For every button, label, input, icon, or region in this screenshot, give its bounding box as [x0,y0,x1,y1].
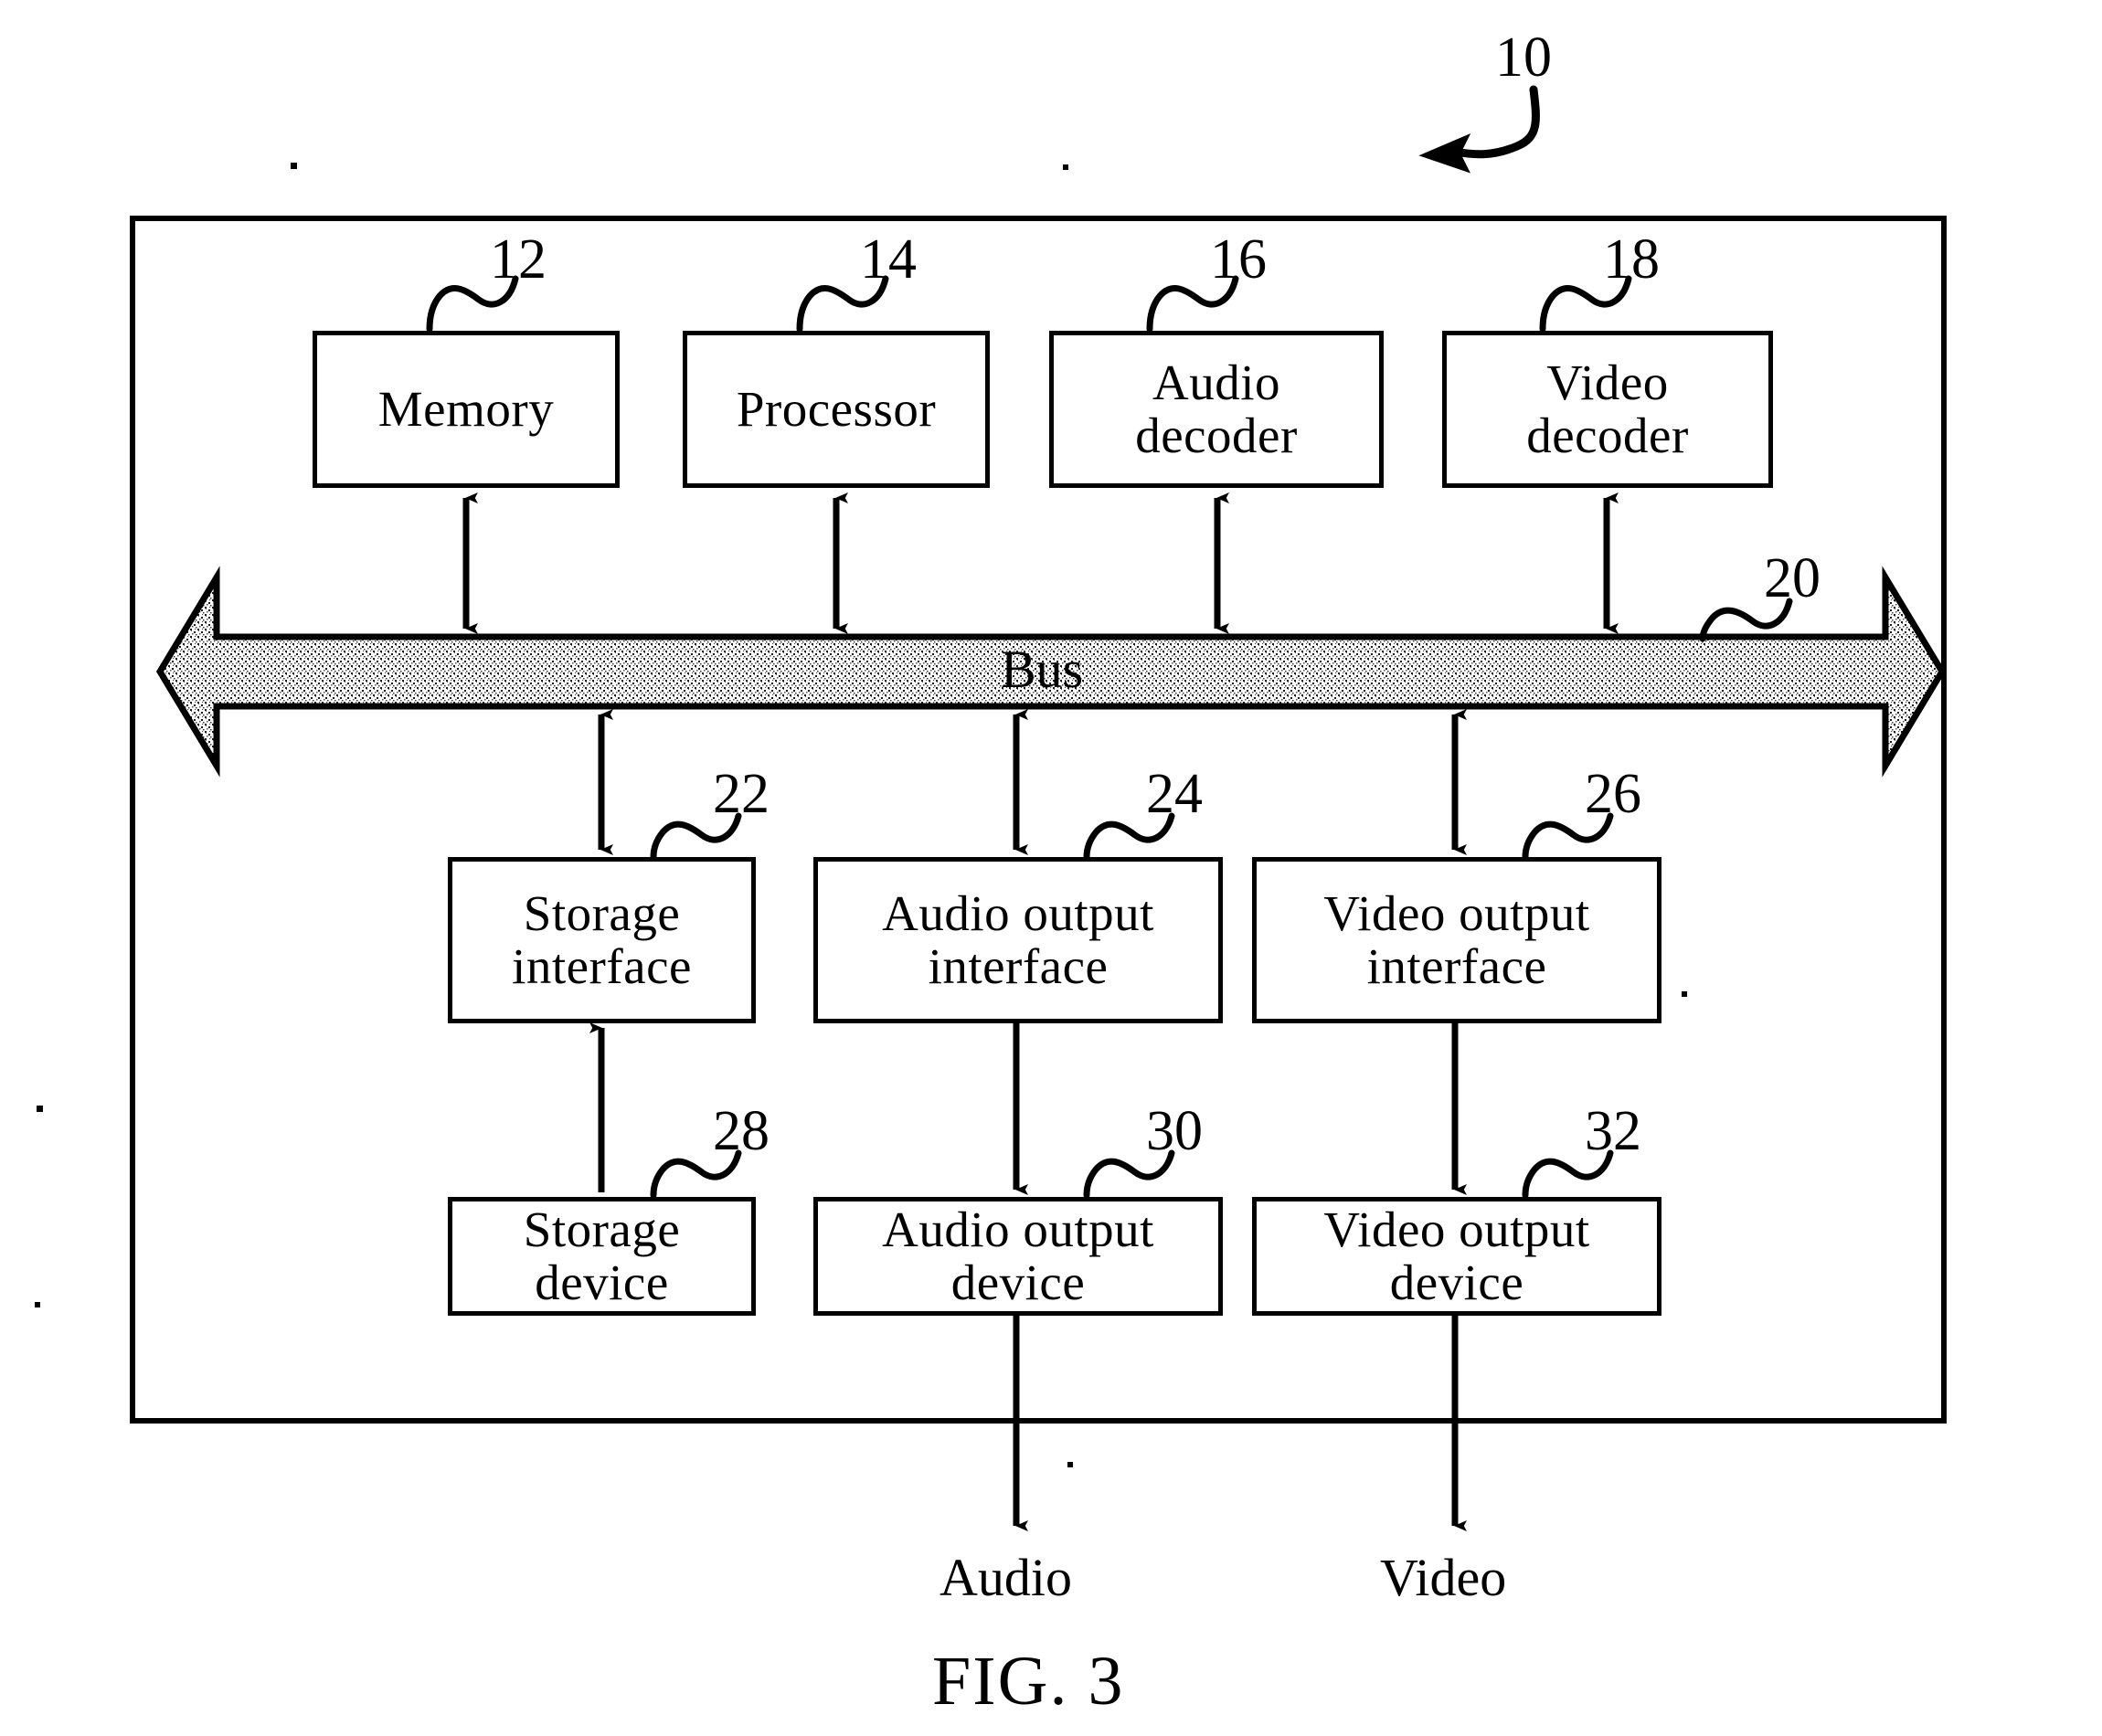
figure-caption: FIG. 3 [932,1643,1125,1720]
leader-system-10 [1418,85,1540,174]
bus-label: Bus [1001,640,1084,699]
output-label-video: Video [1380,1548,1507,1607]
ref-label-processor-14: 14 [860,228,917,291]
ref-label-storage-interface-22: 22 [713,763,770,825]
block-audio-decoder-label-line2: decoder [1135,408,1298,463]
ref-label-video-output-device-32: 32 [1585,1100,1641,1162]
block-video-output-interface[interactable]: Video output interface [1252,857,1661,1023]
block-video-decoder-label-line1: Video [1546,354,1669,410]
block-processor-label: Processor [736,380,937,437]
block-audio-output-interface[interactable]: Audio output interface [813,857,1223,1023]
block-video-output-device[interactable]: Video output device [1252,1197,1661,1316]
block-memory-label: Memory [377,380,555,437]
block-processor[interactable]: Processor [683,331,990,488]
block-storage-interface-label-line1: Storage [523,884,681,941]
block-audio-output-interface-label-line1: Audio output [882,884,1154,941]
ref-label-video-output-interface-26: 26 [1585,763,1641,825]
ref-label-bus-20: 20 [1764,547,1821,609]
block-video-output-interface-label-line2: interface [1366,938,1547,994]
block-audio-output-device[interactable]: Audio output device [813,1197,1223,1316]
block-audio-output-device-label-line2: device [950,1254,1086,1310]
block-storage-device[interactable]: Storage device [448,1197,756,1316]
ref-label-audio-output-device-30: 30 [1146,1100,1203,1162]
block-storage-device-label-line1: Storage [523,1201,681,1257]
patent-figure-page: 10 Memory 12 Processor 14 Audio decoder … [0,0,2102,1736]
block-storage-device-label-line2: device [535,1254,669,1310]
block-storage-interface[interactable]: Storage interface [448,857,756,1023]
block-audio-output-device-label-line1: Audio output [882,1201,1154,1257]
block-memory[interactable]: Memory [313,331,620,488]
block-audio-decoder[interactable]: Audio decoder [1049,331,1384,488]
ref-label-system-10: 10 [1495,26,1552,89]
block-storage-interface-label-line2: interface [512,938,692,994]
block-video-output-device-label-line2: device [1389,1254,1524,1310]
ref-label-audio-output-interface-24: 24 [1146,763,1203,825]
ref-label-video-decoder-18: 18 [1603,228,1660,291]
ref-label-memory-12: 12 [490,228,547,291]
block-video-output-interface-label-line1: Video output [1323,884,1590,941]
block-video-output-device-label-line1: Video output [1323,1201,1590,1257]
output-label-audio: Audio [940,1548,1072,1607]
ref-label-storage-device-28: 28 [713,1100,770,1162]
ref-label-audio-decoder-16: 16 [1210,228,1267,291]
block-audio-output-interface-label-line2: interface [928,938,1109,994]
block-video-decoder[interactable]: Video decoder [1442,331,1773,488]
block-audio-decoder-label-line1: Audio [1152,354,1280,410]
block-video-decoder-label-line2: decoder [1526,408,1689,463]
